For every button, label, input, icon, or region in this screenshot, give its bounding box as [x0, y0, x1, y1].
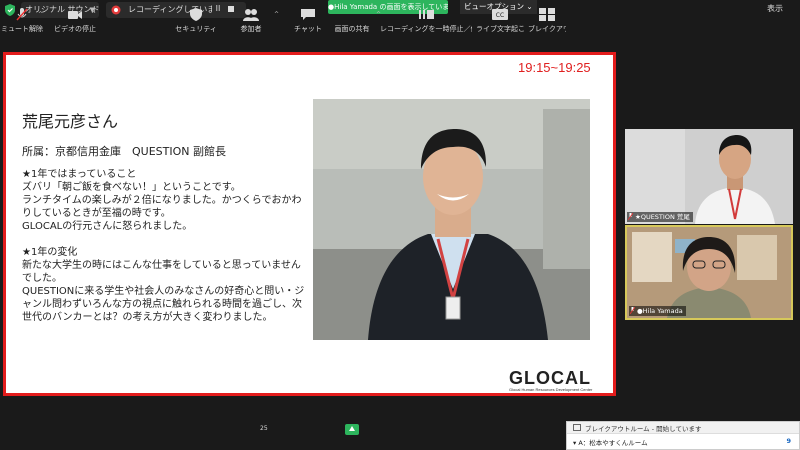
participants-icon: [243, 9, 259, 21]
closed-caption-icon: CC: [492, 9, 508, 20]
breakout-room-count: 9: [786, 437, 791, 445]
pause-stop-recording-label: レコーディングを一時停止／停止: [380, 25, 472, 33]
participant-video-active[interactable]: ●Hila Yamada: [625, 225, 793, 320]
chat-label: チャット: [294, 25, 322, 33]
cloud-recording-icon: [111, 5, 121, 15]
pause-stop-icon: [419, 10, 434, 19]
stop-recording-button[interactable]: [228, 6, 234, 12]
muted-mic-icon: [16, 8, 28, 21]
body-line: ランチタイムの楽しみが２倍になりました。かつくらでおかわりしているときが至福の時…: [22, 195, 302, 219]
unmute-label: ミュート解除: [1, 25, 43, 33]
share-screen-button[interactable]: 画面の共有: [330, 0, 374, 34]
logo-subtitle: Glocal Human Resources Development Cente…: [509, 387, 593, 392]
video-camera-icon: [68, 11, 82, 19]
video-label: ●Hila Yamada: [629, 306, 686, 316]
breakout-header-text: ブレイクアウトルーム - 開始しています: [585, 425, 702, 433]
participant-video[interactable]: ★QUESTION 荒尾: [625, 129, 793, 224]
shield-icon: [190, 8, 202, 21]
pause-stop-recording-button[interactable]: レコーディングを一時停止／停止: [380, 0, 472, 34]
security-label: セキュリティ: [175, 25, 217, 33]
participants-label: 参加者: [240, 25, 262, 33]
body-line: GLOCALの行元さんに怒られました。: [22, 221, 193, 232]
stop-video-label: ビデオの停止: [54, 25, 96, 33]
breakout-room-row[interactable]: ▾ A：松本やすくんルーム: [573, 437, 648, 447]
muted-mic-icon: [630, 307, 635, 314]
audio-options-caret[interactable]: ^: [38, 11, 43, 18]
logo-word: GLOCAL: [509, 368, 591, 388]
live-transcript-label: ライブ文字起こし: [476, 25, 524, 33]
view-button[interactable]: 表示: [767, 3, 783, 14]
video-label: ★QUESTION 荒尾: [627, 212, 693, 222]
speaker-name: 荒尾元彦さん: [22, 112, 119, 131]
participants-button[interactable]: 参加者: [236, 0, 266, 34]
share-screen-label: 画面の共有: [334, 25, 370, 33]
body-line: ★1年の変化: [22, 247, 78, 258]
svg-text:CC: CC: [496, 12, 504, 19]
participants-caret[interactable]: ^: [274, 11, 279, 18]
slide-time: 19:15~19:25: [518, 60, 591, 75]
body-line: ズバリ「朝ご飯を食べない！」ということです。: [22, 182, 241, 193]
body-line: QUESTIONに来る学生や社会人のみなさんの好奇心と問い・ジャンル問わずいろん…: [22, 286, 305, 323]
breakout-rooms-label: ブレイクアウトル: [528, 25, 566, 33]
chat-button[interactable]: チャット: [293, 0, 323, 34]
share-screen-icon: [345, 424, 359, 435]
muted-mic-icon: [628, 213, 633, 220]
video-label-text: ★QUESTION 荒尾: [635, 213, 690, 221]
breakout-rooms-icon: [539, 8, 555, 21]
body-line: ★1年ではまっていること: [22, 169, 137, 180]
video-feed: [625, 129, 793, 224]
breakout-header: ブレイクアウトルーム - 開始しています: [567, 422, 799, 434]
speaker-photo: [313, 99, 590, 340]
slide-body: ★1年ではまっていること ズバリ「朝ご飯を食べない！」ということです。 ランチタ…: [22, 168, 307, 324]
video-feed: [627, 227, 791, 318]
chat-icon: [301, 9, 315, 20]
live-transcript-button[interactable]: CC ライブ文字起こし: [476, 0, 524, 34]
breakout-rooms-button[interactable]: ブレイクアウトル: [528, 0, 566, 34]
body-gap: [22, 233, 307, 246]
video-options-caret[interactable]: ^: [91, 11, 96, 18]
breakout-rooms-panel[interactable]: ブレイクアウトルーム - 開始しています ▾ A：松本やすくんルーム 9: [566, 421, 800, 450]
breakout-rooms-icon: [573, 424, 581, 431]
body-line: 新たな大学生の時にはこんな仕事をしていると思っていませんでした。: [22, 260, 301, 284]
security-button[interactable]: セキュリティ: [172, 0, 220, 34]
video-label-text: ●Hila Yamada: [637, 307, 683, 315]
glocal-logo: GLOCAL Glocal Human Resources Developmen…: [509, 368, 611, 396]
speaker-affiliation: 所属：京都信用金庫 QUESTION 副館長: [22, 145, 226, 158]
participant-count: 25: [260, 425, 268, 432]
